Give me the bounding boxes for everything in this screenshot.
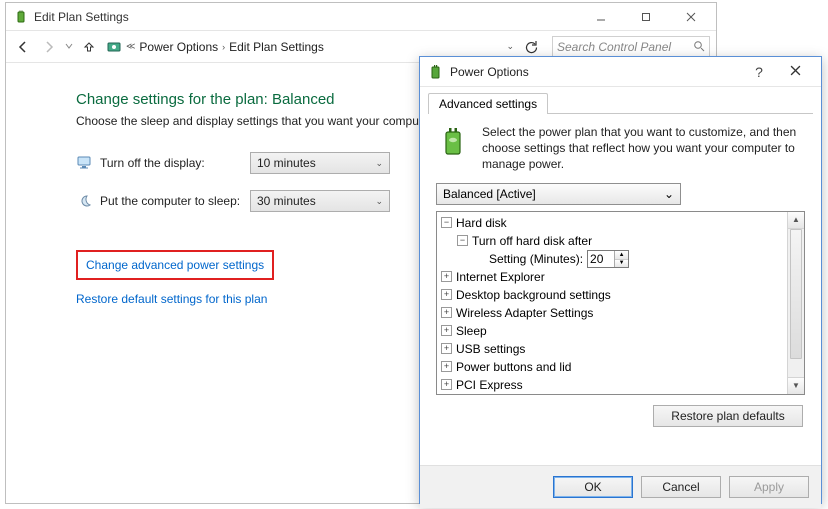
breadcrumb-chevron-icon: ≪ [124, 41, 137, 52]
back-button[interactable] [12, 36, 34, 58]
expand-icon[interactable]: + [441, 343, 452, 354]
dialog-description: Select the power plan that you want to c… [482, 124, 805, 173]
spinner-down-icon[interactable]: ▼ [615, 259, 628, 267]
monitor-icon [76, 155, 94, 171]
up-button[interactable] [78, 36, 100, 58]
scroll-up-icon[interactable]: ▲ [788, 212, 804, 229]
advanced-settings-highlight: Change advanced power settings [76, 250, 274, 280]
window-controls [581, 3, 716, 31]
chevron-down-icon: ⌄ [664, 187, 674, 201]
chevron-down-icon: ⌄ [375, 196, 383, 207]
tree-wireless[interactable]: Wireless Adapter Settings [456, 304, 593, 322]
expand-icon[interactable]: + [441, 271, 452, 282]
close-button[interactable] [671, 3, 716, 31]
restore-plan-defaults-button[interactable]: Restore plan defaults [653, 405, 803, 427]
apply-button[interactable]: Apply [729, 476, 809, 498]
tree-sleep[interactable]: Sleep [456, 322, 487, 340]
battery-large-icon [436, 124, 472, 160]
expand-icon[interactable]: + [441, 289, 452, 300]
tree-turn-off-hd[interactable]: Turn off hard disk after [472, 232, 592, 250]
breadcrumb-chevron-icon: › [220, 42, 227, 52]
window-title: Edit Plan Settings [34, 10, 129, 24]
setting-minutes-input[interactable] [588, 251, 614, 267]
restore-defaults-link[interactable]: Restore default settings for this plan [76, 292, 267, 306]
expand-icon[interactable]: + [441, 379, 452, 390]
power-options-dialog: Power Options ? Advanced settings Select… [419, 56, 822, 504]
control-panel-icon [106, 39, 122, 55]
tree-ie[interactable]: Internet Explorer [456, 268, 545, 286]
display-off-value: 10 minutes [257, 156, 316, 170]
breadcrumb[interactable]: ≪ Power Options › Edit Plan Settings ⌄ [104, 39, 516, 55]
help-button[interactable]: ? [743, 64, 775, 80]
tree-power-buttons[interactable]: Power buttons and lid [456, 358, 571, 376]
tree-usb[interactable]: USB settings [456, 340, 525, 358]
dialog-close-button[interactable] [775, 65, 815, 79]
scrollbar[interactable]: ▲ ▼ [787, 212, 804, 394]
tree-setting-label: Setting (Minutes): [489, 250, 583, 268]
display-off-dropdown[interactable]: 10 minutes ⌄ [250, 152, 390, 174]
battery-icon [428, 64, 444, 80]
dialog-title: Power Options [450, 65, 529, 79]
tree-pci[interactable]: PCI Express [456, 376, 523, 394]
titlebar: Edit Plan Settings [6, 3, 716, 31]
breadcrumb-current[interactable]: Edit Plan Settings [227, 40, 326, 54]
expand-icon[interactable]: + [441, 325, 452, 336]
sleep-value: 30 minutes [257, 194, 316, 208]
search-input[interactable]: Search Control Panel [552, 36, 710, 58]
search-placeholder: Search Control Panel [557, 40, 671, 54]
tab-advanced-settings[interactable]: Advanced settings [428, 93, 548, 114]
tree-desktop-bg[interactable]: Desktop background settings [456, 286, 611, 304]
tree-hard-disk[interactable]: Hard disk [456, 214, 507, 232]
settings-tree-panel: −Hard disk −Turn off hard disk after Set… [436, 211, 805, 395]
dialog-actions: OK Cancel Apply [420, 465, 821, 508]
settings-tree[interactable]: −Hard disk −Turn off hard disk after Set… [437, 212, 804, 395]
plan-dropdown[interactable]: Balanced [Active] ⌄ [436, 183, 681, 205]
sleep-label: Put the computer to sleep: [100, 194, 250, 208]
collapse-icon[interactable]: − [457, 235, 468, 246]
plan-selected-value: Balanced [Active] [443, 187, 536, 201]
forward-button[interactable] [38, 36, 60, 58]
dialog-body: Select the power plan that you want to c… [428, 113, 813, 457]
scroll-thumb[interactable] [790, 229, 802, 359]
chevron-down-icon: ⌄ [375, 158, 383, 169]
expand-icon[interactable]: + [441, 361, 452, 372]
dialog-titlebar: Power Options ? [420, 57, 821, 87]
sleep-dropdown[interactable]: 30 minutes ⌄ [250, 190, 390, 212]
minimize-button[interactable] [581, 3, 626, 31]
ok-button[interactable]: OK [553, 476, 633, 498]
tab-strip: Advanced settings [420, 87, 821, 113]
setting-minutes-spinner[interactable]: ▲▼ [587, 250, 629, 268]
advanced-settings-link[interactable]: Change advanced power settings [86, 258, 264, 272]
search-icon [693, 40, 705, 55]
refresh-button[interactable] [520, 36, 542, 58]
power-plan-icon [14, 10, 28, 24]
cancel-button[interactable]: Cancel [641, 476, 721, 498]
expand-icon[interactable]: + [441, 307, 452, 318]
tree-cpu[interactable]: Processor power management [456, 394, 619, 395]
collapse-icon[interactable]: − [441, 217, 452, 228]
maximize-button[interactable] [626, 3, 671, 31]
display-off-label: Turn off the display: [100, 156, 250, 170]
breadcrumb-dropdown-icon[interactable]: ⌄ [504, 41, 516, 52]
moon-icon [76, 193, 94, 209]
recent-locations-icon[interactable] [64, 40, 74, 54]
breadcrumb-root[interactable]: Power Options [137, 40, 220, 54]
scroll-down-icon[interactable]: ▼ [788, 377, 804, 394]
